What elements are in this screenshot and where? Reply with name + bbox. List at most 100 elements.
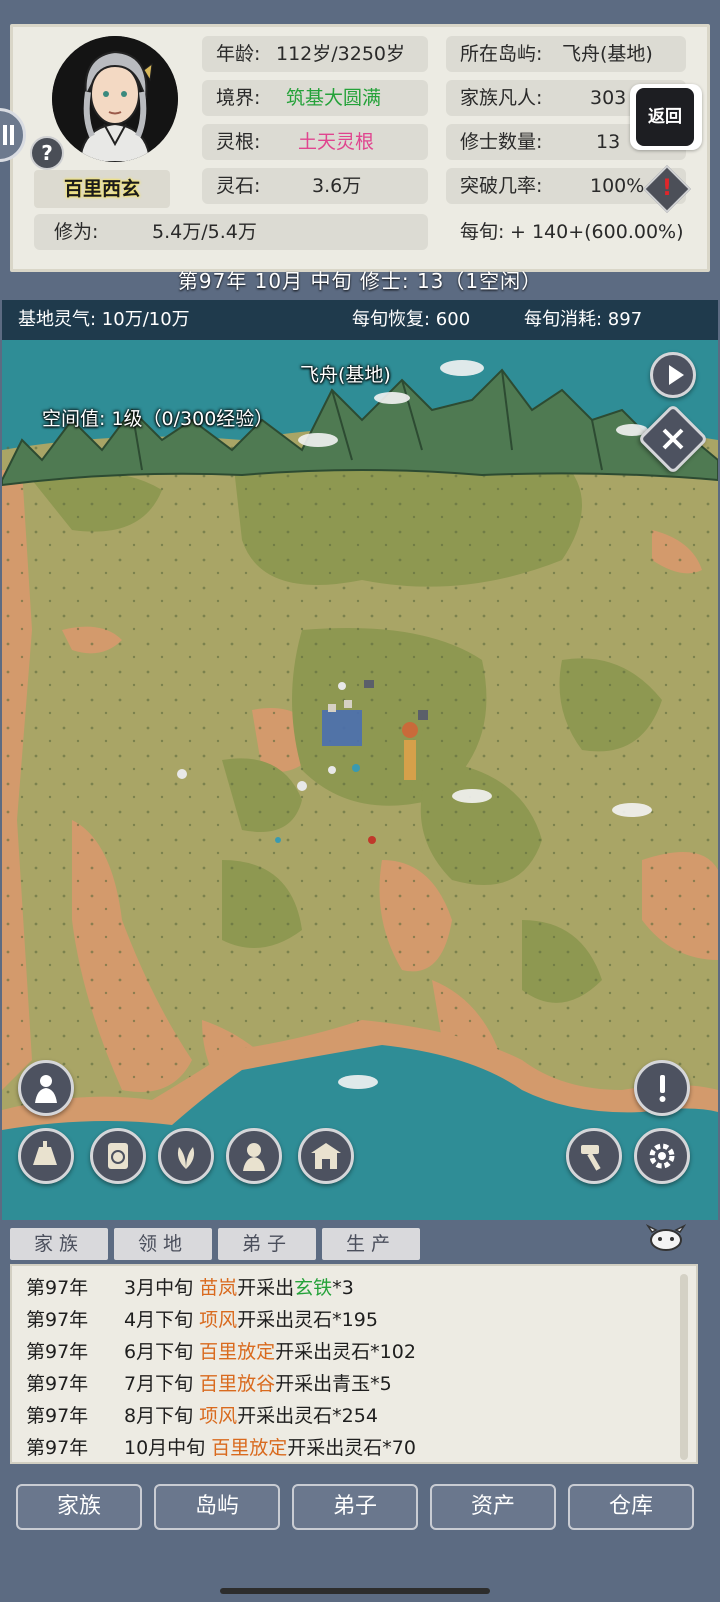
log-action: 开采出	[237, 1277, 295, 1299]
play-icon	[669, 365, 684, 385]
scroll-button[interactable]	[90, 1128, 146, 1184]
spirit-stones-stat: 灵石: 3.6万	[202, 168, 428, 204]
map-location-name: 飞舟(基地)	[300, 364, 391, 386]
log-qty: *3	[332, 1277, 354, 1299]
log-year: 第97年	[26, 1405, 89, 1427]
log-tab-disciples[interactable]: 弟子	[218, 1228, 316, 1260]
help-icon[interactable]: ?	[30, 136, 64, 170]
log-time: 8月下旬	[124, 1405, 194, 1427]
age-label: 年龄:	[216, 43, 261, 65]
build-button[interactable]	[566, 1128, 622, 1184]
log-time: 3月中旬	[124, 1277, 194, 1299]
log-item: 玄铁	[294, 1277, 333, 1299]
log-action: 开采出灵石*195	[237, 1309, 378, 1331]
log-text: 3月中旬 苗岚开采出玄铁*3	[124, 1272, 354, 1304]
log-text: 10月中旬 百里放定开采出灵石*70	[124, 1432, 416, 1462]
log-person: 百里放定	[211, 1437, 288, 1459]
gear-icon	[649, 1143, 675, 1169]
bell-button[interactable]	[18, 1128, 74, 1184]
leaf-icon	[177, 1147, 195, 1169]
cultivation-value: 5.4万/5.4万	[152, 221, 257, 243]
realm-value: 筑基大圆满	[286, 87, 382, 109]
log-text: 7月下旬 百里放谷开采出青玉*5	[124, 1368, 392, 1400]
nav-disciples-button[interactable]: 弟子	[292, 1484, 418, 1530]
log-year: 第97年	[26, 1437, 89, 1459]
mortals-label: 家族凡人:	[460, 87, 543, 109]
disciple-icon	[243, 1143, 265, 1171]
realm-stat: 境界: 筑基大圆满	[202, 80, 428, 116]
bottom-navigation: 家族 岛屿 弟子 资产 仓库	[0, 1476, 720, 1602]
log-time: 4月下旬	[124, 1309, 194, 1331]
location-label: 所在岛屿:	[460, 43, 543, 65]
mortals-value: 303	[590, 87, 627, 109]
spirit-root-value: 土天灵根	[298, 131, 375, 153]
log-tab-family[interactable]: 家族	[10, 1228, 108, 1260]
log-year: 第97年	[26, 1277, 89, 1299]
cultivator-button[interactable]	[18, 1060, 74, 1116]
spirit-stones-value: 3.6万	[312, 175, 362, 197]
log-collapse-toggle[interactable]	[645, 1224, 687, 1254]
breakthrough-value: 100%	[590, 175, 645, 197]
map-status-bar: 基地灵气: 10万/10万 每旬恢复: 600 每旬消耗: 897	[2, 300, 718, 340]
log-tab-production[interactable]: 生产	[322, 1228, 420, 1260]
per-period-stat: 每旬: + 140+(600.00%)	[446, 214, 686, 250]
log-person: 苗岚	[199, 1277, 238, 1299]
event-log[interactable]: 第97年 3月中旬 苗岚开采出玄铁*3 第97年 4月下旬 项风开采出灵石*19…	[10, 1264, 698, 1464]
return-label: 返回	[636, 88, 694, 146]
disciple-button[interactable]	[226, 1128, 282, 1184]
log-person: 百里放谷	[199, 1373, 276, 1395]
play-button[interactable]	[650, 352, 696, 398]
person-icon	[35, 1075, 57, 1103]
per-period-label: 每旬:	[460, 221, 505, 243]
beast-icon	[645, 1224, 687, 1251]
character-portrait[interactable]	[52, 36, 178, 162]
log-time: 6月下旬	[124, 1341, 194, 1363]
island-map[interactable]: 基地灵气: 10万/10万 每旬恢复: 600 每旬消耗: 897 飞舟(基地)…	[2, 300, 718, 1220]
log-year: 第97年	[26, 1373, 89, 1395]
cultivators-label: 修士数量:	[460, 131, 543, 153]
nav-island-button[interactable]: 岛屿	[154, 1484, 280, 1530]
space-value-label: 空间值: 1级（0/300经验）	[42, 408, 274, 430]
location-stat: 所在岛屿: 飞舟(基地)	[446, 36, 686, 72]
alert-button[interactable]	[634, 1060, 690, 1116]
log-time: 10月中旬	[124, 1437, 206, 1459]
log-scrollbar[interactable]	[680, 1274, 688, 1460]
realm-label: 境界:	[216, 87, 261, 109]
breakthrough-label: 突破几率:	[460, 175, 543, 197]
spirit-root-stat: 灵根: 土天灵根	[202, 124, 428, 160]
log-year: 第97年	[26, 1309, 89, 1331]
home-indicator[interactable]	[220, 1588, 490, 1594]
cultivation-stat: 修为: 5.4万/5.4万	[34, 214, 428, 250]
scroll-icon	[108, 1143, 128, 1169]
pavilion-icon	[311, 1143, 341, 1169]
base-qi-label: 基地灵气: 10万/10万	[18, 309, 190, 330]
log-action: 开采出灵石*70	[287, 1437, 416, 1459]
date-status-bar: 第97年 10月 中旬 修士: 13（1空闲）	[177, 269, 543, 293]
recovery-label: 每旬恢复: 600	[352, 309, 471, 330]
log-text: 8月下旬 项风开采出灵石*254	[124, 1400, 378, 1432]
log-tab-territory[interactable]: 领地	[114, 1228, 212, 1260]
cultivation-label: 修为:	[54, 221, 99, 243]
nav-family-button[interactable]: 家族	[16, 1484, 142, 1530]
return-button[interactable]: 返回	[630, 84, 702, 150]
cultivators-value: 13	[596, 131, 621, 153]
log-time: 7月下旬	[124, 1373, 194, 1395]
building-button[interactable]	[298, 1128, 354, 1184]
portrait-art-icon	[52, 36, 178, 162]
location-value: 飞舟(基地)	[562, 43, 653, 65]
nav-assets-button[interactable]: 资产	[430, 1484, 556, 1530]
nav-warehouse-button[interactable]: 仓库	[568, 1484, 694, 1530]
age-value: 112岁/3250岁	[276, 43, 406, 65]
log-text: 6月下旬 百里放定开采出灵石*102	[124, 1336, 416, 1368]
event-log-area: 家族 领地 弟子 生产 第97年 3月中旬 苗岚开采出玄铁*3 第97年 4月下…	[0, 1220, 720, 1476]
age-stat: 年龄: 112岁/3250岁	[202, 36, 428, 72]
log-person: 项风	[199, 1309, 238, 1331]
spirit-stones-label: 灵石:	[216, 175, 261, 197]
log-year: 第97年	[26, 1341, 89, 1363]
log-action: 开采出青玉*5	[275, 1373, 392, 1395]
consumption-label: 每旬消耗: 897	[524, 309, 643, 330]
settings-button[interactable]	[634, 1128, 690, 1184]
herb-button[interactable]	[158, 1128, 214, 1184]
spirit-root-label: 灵根:	[216, 131, 261, 153]
log-action: 开采出灵石*254	[237, 1405, 378, 1427]
